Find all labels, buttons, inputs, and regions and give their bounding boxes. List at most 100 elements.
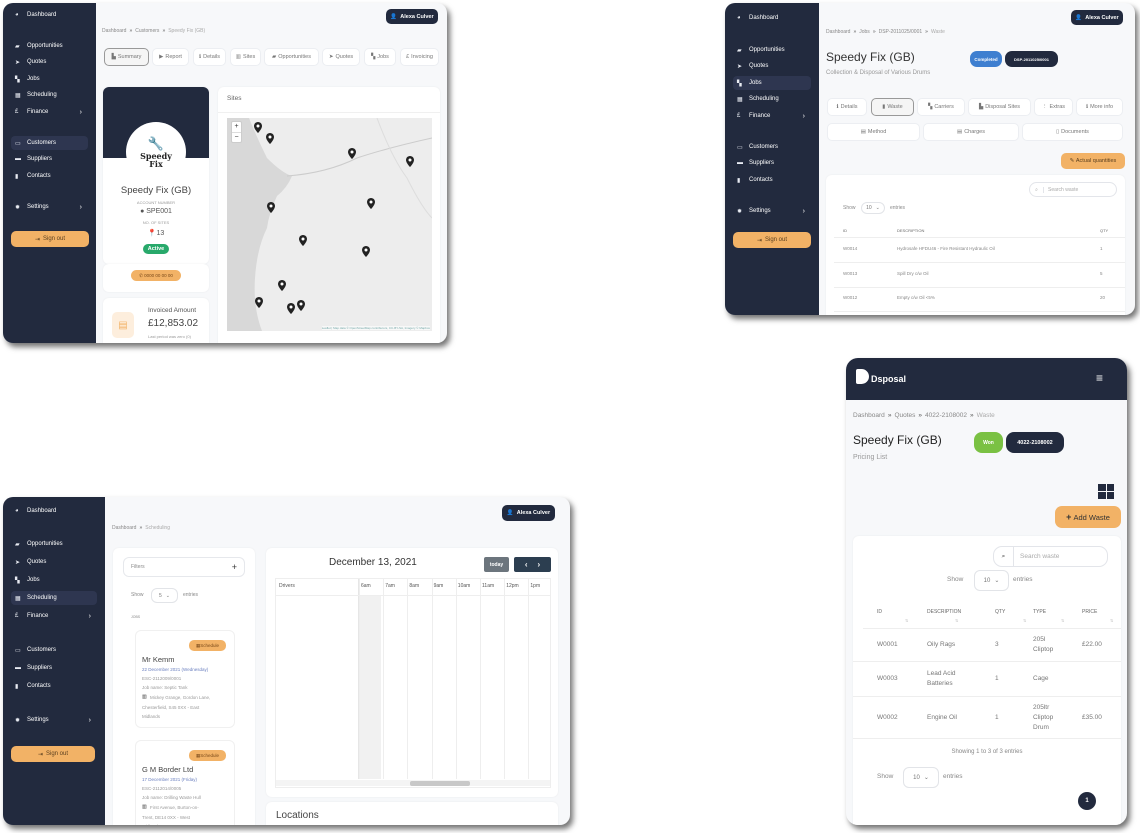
search-input[interactable]: Search waste (1014, 553, 1059, 560)
grid-view-icon[interactable] (1098, 484, 1114, 499)
tab-more-info[interactable]: ℹ More info (1076, 98, 1123, 116)
sidebar-item-jobs[interactable]: ▚ Jobs (11, 573, 97, 587)
sidebar-item-suppliers[interactable]: ▬ Suppliers (11, 152, 88, 166)
actual-quantities-button[interactable]: ✎ Actual quantities (1061, 153, 1125, 169)
sites-map[interactable]: + − Leaflet | Map data © OpenStreetMap c… (227, 118, 432, 331)
sign-out-button[interactable]: ⇥ Sign out (733, 232, 811, 248)
sidebar-item-customers[interactable]: ▭ Customers (11, 136, 88, 150)
sidebar-item-dashboard[interactable]: ◕ Dashboard (11, 504, 97, 518)
entries-select[interactable]: 5 ⌄ (151, 588, 178, 603)
sidebar-item-settings[interactable]: ✹ Settings › (11, 200, 88, 214)
tab-quotes[interactable]: ➤ Quotes (322, 48, 360, 66)
tab-jobs[interactable]: ▚ Jobs (364, 48, 396, 66)
tab-invoicing[interactable]: £ Invoicing (400, 48, 439, 66)
plus-icon[interactable]: + (232, 562, 237, 572)
map-marker-icon[interactable] (287, 301, 295, 314)
tab-extras[interactable]: ⋮ Extras (1034, 98, 1073, 116)
tab-report[interactable]: ▶ Report (152, 48, 189, 66)
add-waste-button[interactable]: + Add Waste (1055, 506, 1121, 528)
sidebar-item-dashboard[interactable]: ◕ Dashboard (11, 8, 88, 22)
tab-carriers[interactable]: ▚ Carriers (917, 98, 965, 116)
sort-icon[interactable]: ⇅ (1061, 618, 1064, 623)
sidebar-item-settings[interactable]: ✹ Settings › (11, 713, 97, 727)
sidebar-item-scheduling[interactable]: ▦ Scheduling (733, 92, 811, 106)
column-header[interactable]: QTY (995, 609, 1005, 615)
map-marker-icon[interactable] (255, 295, 263, 308)
job-card[interactable]: ▦ Schedule Mr Kemm 22 December 2021 (Wedne… (135, 630, 235, 728)
tab-documents[interactable]: ▯ Documents (1022, 123, 1123, 141)
sidebar-item-jobs[interactable]: ▚ Jobs (11, 72, 88, 86)
sidebar-item-contacts[interactable]: ▮ Contacts (11, 679, 97, 693)
sidebar-item-settings[interactable]: ✹ Settings › (733, 204, 811, 218)
user-menu-button[interactable]: 👤 Alexa Culver (386, 9, 438, 24)
sidebar-item-quotes[interactable]: ➤ Quotes (11, 55, 88, 69)
search-input[interactable]: Search waste (1044, 187, 1078, 193)
sort-icon[interactable]: ⇅ (1110, 618, 1113, 623)
sidebar-item-contacts[interactable]: ▮ Contacts (11, 169, 88, 183)
breadcrumb-item[interactable]: Customers (135, 28, 159, 34)
today-button[interactable]: today (484, 557, 509, 572)
breadcrumb-item[interactable]: Dashboard (853, 412, 885, 419)
sidebar-item-customers[interactable]: ▭ Customers (11, 643, 97, 657)
user-menu-button[interactable]: 👤 Alexa Culver (1071, 10, 1123, 25)
schedule-button[interactable]: ▦ Schedule (189, 640, 226, 651)
sidebar-item-finance[interactable]: £ Finance › (11, 105, 88, 119)
sidebar-item-opportunities[interactable]: ▰ Opportunities (11, 537, 97, 551)
tab-charges[interactable]: ▤ Charges (923, 123, 1019, 141)
tab-opportunities[interactable]: ▰ Opportunities (264, 48, 319, 66)
map-marker-icon[interactable] (278, 278, 286, 291)
phone-button[interactable]: ✆ 0000 00 00 00 (131, 270, 181, 281)
breadcrumb-item[interactable]: Dashboard (826, 29, 850, 35)
table-row[interactable]: W0002 Engine Oil 1 205ltr Cliptop Drum £35.0… (853, 697, 1121, 739)
sidebar-item-finance[interactable]: £ Finance › (11, 609, 97, 623)
user-menu-button[interactable]: 👤 Alexa Culver (502, 505, 555, 521)
scrollbar-thumb[interactable] (410, 781, 470, 786)
sidebar-item-quotes[interactable]: ➤ Quotes (733, 59, 811, 73)
sidebar-item-dashboard[interactable]: ◕ Dashboard (733, 11, 811, 25)
sort-icon[interactable]: ⇅ (905, 618, 908, 623)
sign-out-button[interactable]: ⇥ Sign out (11, 231, 89, 247)
tab-summary[interactable]: ▙ Summary (104, 48, 149, 66)
map-marker-icon[interactable] (348, 146, 356, 159)
map-marker-icon[interactable] (406, 154, 414, 167)
sidebar-item-jobs[interactable]: ▚ Jobs (733, 76, 811, 90)
map-marker-icon[interactable] (362, 244, 370, 257)
breadcrumb-item[interactable]: 4022-2108002 (925, 412, 967, 419)
table-row[interactable]: W0013 Spill Dry c/w Oil 5 (826, 264, 1125, 288)
sidebar-item-opportunities[interactable]: ▰ Opportunities (11, 39, 88, 53)
tab-sites[interactable]: ▥ Sites (230, 48, 261, 66)
tab-details[interactable]: ℹ Details (827, 98, 867, 116)
column-header[interactable]: ID (877, 609, 882, 615)
tab-method[interactable]: ▤ Method (827, 123, 920, 141)
sidebar-item-scheduling[interactable]: ▦ Scheduling (11, 88, 88, 102)
entries-select[interactable]: 10 ⌄ (974, 570, 1009, 591)
breadcrumb-item[interactable]: Quotes (894, 412, 915, 419)
hamburger-menu-icon[interactable]: ≡ (1096, 372, 1110, 384)
map-marker-icon[interactable] (299, 233, 307, 246)
breadcrumb-item[interactable]: DSP-2011025/0001 (879, 29, 923, 35)
next-button[interactable]: › (538, 560, 541, 569)
map-marker-icon[interactable] (254, 120, 262, 133)
zoom-out-button[interactable]: − (232, 132, 241, 143)
map-attribution[interactable]: Leaflet | Map data © OpenStreetMap contr… (321, 326, 430, 330)
pagination-page-1[interactable]: 1 (1078, 792, 1096, 810)
breadcrumb-item[interactable]: Jobs (859, 29, 870, 35)
tab-details[interactable]: ℹ Details (193, 48, 226, 66)
tab-waste[interactable]: ▮ Waste (871, 98, 914, 116)
column-header[interactable]: ID (843, 228, 847, 233)
sidebar-item-finance[interactable]: £ Finance › (733, 109, 811, 123)
search-box[interactable]: ⌕ Search waste (993, 546, 1108, 567)
table-row[interactable]: W0014 Hydrosafe HFDU46 - Fire Resistant H… (826, 239, 1125, 263)
entries-select[interactable]: 10 ⌄ (861, 202, 885, 214)
prev-button[interactable]: ‹ (525, 560, 528, 569)
sidebar-item-customers[interactable]: ▭ Customers (733, 140, 811, 154)
search-box[interactable]: ⌕ Search waste (1029, 182, 1117, 197)
sidebar-item-suppliers[interactable]: ▬ Suppliers (733, 156, 811, 170)
table-row[interactable]: W0012 Empty c/w Oil <5% 20 (826, 288, 1125, 312)
column-header[interactable]: TYPE (1033, 609, 1046, 615)
schedule-button[interactable]: ▦ Schedule (189, 750, 226, 761)
sidebar-item-scheduling[interactable]: ▦ Scheduling (11, 591, 97, 605)
column-header[interactable]: DESCRIPTION (897, 228, 924, 233)
sign-out-button[interactable]: ⇥ Sign out (11, 746, 95, 762)
sidebar-item-opportunities[interactable]: ▰ Opportunities (733, 43, 811, 57)
